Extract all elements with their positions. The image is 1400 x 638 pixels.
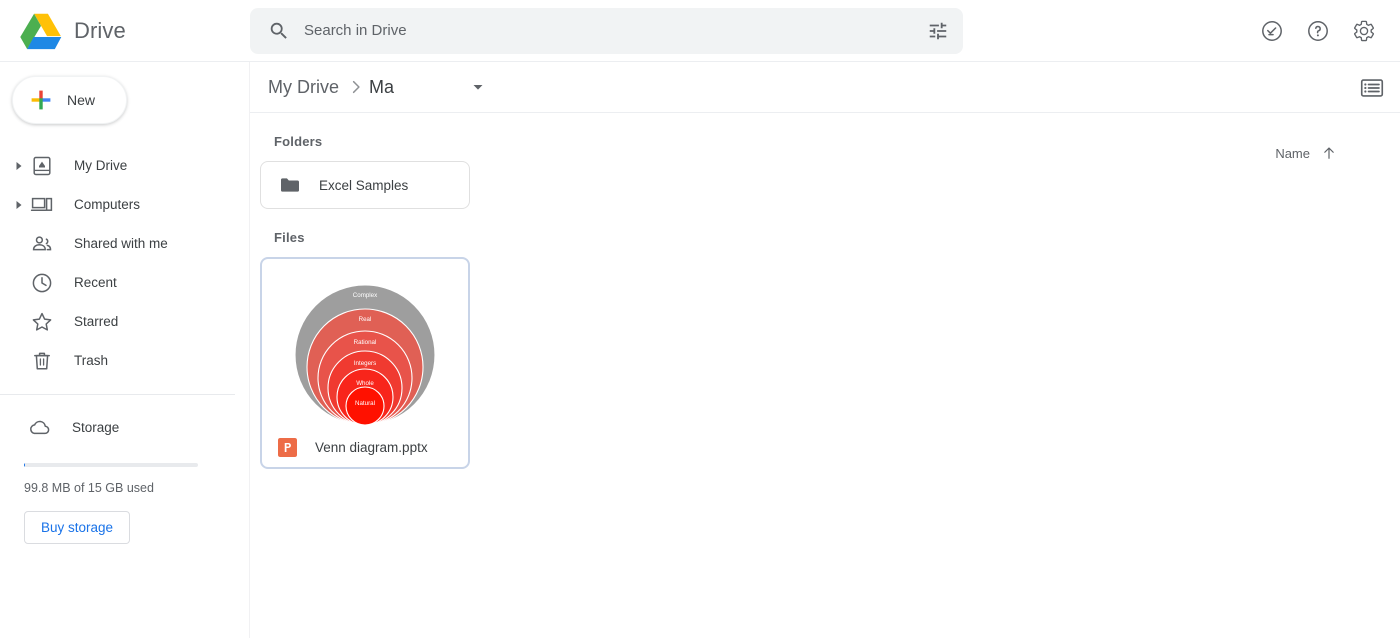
expand-caret-icon[interactable]: [10, 161, 28, 171]
brand[interactable]: Drive: [0, 12, 250, 50]
sidebar-item-label: Trash: [74, 353, 109, 368]
cloud-icon: [30, 420, 50, 435]
folder-name: Excel Samples: [319, 177, 409, 193]
settings-gear-icon[interactable]: [1352, 19, 1376, 43]
svg-text:Complex: Complex: [353, 292, 378, 299]
trash-icon: [34, 352, 50, 370]
storage-label: Storage: [72, 419, 120, 435]
arrow-up-icon: [1324, 147, 1334, 159]
caret-down-icon[interactable]: [466, 75, 490, 99]
sidebar-item-label: My Drive: [74, 158, 128, 173]
new-button[interactable]: New: [12, 76, 127, 124]
sort-control[interactable]: Name: [1275, 144, 1338, 162]
svg-text:Whole: Whole: [356, 380, 374, 387]
breadcrumb-current[interactable]: Ma: [367, 73, 394, 102]
help-icon[interactable]: [1306, 19, 1330, 43]
file-name: Venn diagram.pptx: [315, 439, 428, 455]
file-card[interactable]: Complex Real Rational Integers Whole Nat…: [260, 257, 470, 469]
brand-name: Drive: [74, 17, 126, 43]
nested-venn-diagram: Complex Real Rational Integers Whole Nat…: [294, 284, 436, 426]
search-box[interactable]: [250, 7, 963, 54]
clock-icon: [32, 273, 52, 292]
sidebar-item-computers[interactable]: Computers: [0, 185, 249, 224]
sidebar-item-starred[interactable]: Starred: [0, 302, 249, 341]
search-icon: [270, 22, 287, 39]
files-grid: Complex Real Rational Integers Whole Nat…: [250, 245, 1400, 469]
computers-icon: [30, 197, 53, 211]
storage-used-text: 99.8 MB of 15 GB used: [24, 481, 154, 495]
sidebar-item-shared-with-me[interactable]: Shared with me: [0, 224, 249, 263]
file-thumbnail: Complex Real Rational Integers Whole Nat…: [262, 259, 468, 427]
breadcrumb-root[interactable]: My Drive: [262, 73, 345, 102]
new-button-label: New: [67, 92, 96, 108]
sidebar-item-label: Computers: [74, 197, 141, 212]
storage-progress-fill: [24, 463, 26, 467]
sidebar-item-recent[interactable]: Recent: [0, 263, 249, 302]
folders-grid: Excel Samples: [250, 149, 1400, 209]
storage-link[interactable]: Storage: [0, 407, 249, 447]
header-actions: [1260, 0, 1376, 62]
shared-with-me-icon: [32, 235, 52, 250]
svg-text:Natural: Natural: [355, 400, 375, 407]
breadcrumb-bar: My Drive Ma: [250, 62, 1400, 113]
file-footer: Venn diagram.pptx: [262, 427, 468, 467]
sidebar-item-trash[interactable]: Trash: [0, 341, 249, 380]
sidebar-divider: [0, 394, 235, 395]
main-content: My Drive Ma Name Folders Excel Samples F…: [250, 62, 1400, 638]
folder-card[interactable]: Excel Samples: [260, 161, 470, 209]
svg-text:Integers: Integers: [354, 360, 376, 367]
sort-label: Name: [1275, 145, 1310, 161]
chevron-right-icon: [352, 80, 360, 94]
sidebar-nav: My Drive Computers Shared with me Recent…: [0, 146, 249, 380]
expand-caret-icon[interactable]: [10, 200, 28, 210]
star-icon: [32, 312, 52, 331]
plus-icon: [31, 90, 51, 110]
support-icon[interactable]: [1260, 19, 1284, 43]
sidebar-item-label: Shared with me: [74, 236, 168, 251]
files-section-title: Files: [274, 230, 305, 245]
search-input[interactable]: [304, 22, 927, 39]
buy-storage-button[interactable]: Buy storage: [24, 511, 131, 544]
drive-triangle-logo: [20, 13, 62, 49]
tune-filter-icon[interactable]: [927, 20, 949, 42]
my-drive-icon: [33, 156, 51, 175]
folders-section-title: Folders: [274, 134, 323, 149]
list-view-icon[interactable]: [1358, 74, 1386, 102]
sidebar-item-label: Starred: [74, 314, 119, 329]
powerpoint-icon: [278, 437, 297, 457]
svg-text:Rational: Rational: [354, 339, 377, 346]
folder-icon: [281, 178, 299, 192]
search-area: [250, 7, 963, 54]
sidebar-item-label: Recent: [74, 275, 117, 290]
app-header: Drive: [0, 0, 1400, 62]
storage-progress-bar: [24, 463, 198, 467]
svg-text:Real: Real: [359, 316, 372, 323]
sidebar: New My Drive Computers Shared with me Re…: [0, 62, 250, 638]
sidebar-item-my-drive[interactable]: My Drive: [0, 146, 249, 185]
